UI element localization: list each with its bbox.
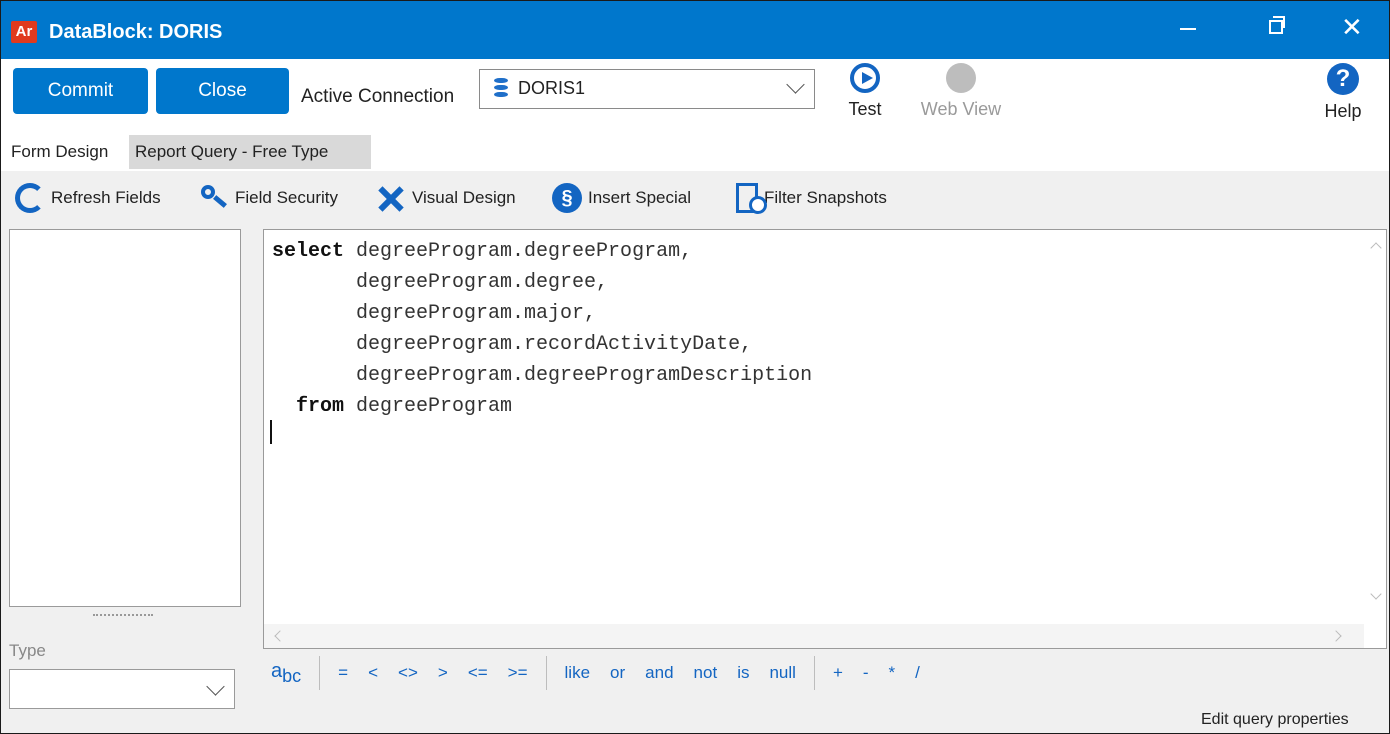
insert-special-button[interactable]: § Insert Special [552,181,691,215]
op-divide[interactable]: / [915,663,920,683]
help-icon: ? [1327,63,1359,95]
main-area: Type select degreeProgram.degreeProgram,… [1,225,1389,733]
separator [813,656,815,690]
filter-snapshot-icon [736,183,767,214]
play-icon [850,63,880,93]
minimize-button[interactable] [1159,1,1215,59]
test-button[interactable]: Test [841,63,889,120]
op-not-equal[interactable]: <> [398,663,418,683]
separator [545,656,547,690]
insert-special-label: Insert Special [588,188,691,207]
section-icon: § [552,183,582,213]
op-greater[interactable]: > [438,663,448,683]
active-connection-label: Active Connection [301,86,455,107]
scroll-up-icon [1370,242,1382,254]
op-less[interactable]: < [368,663,378,683]
visual-design-button[interactable]: Visual Design [376,181,516,215]
op-minus[interactable]: - [863,663,869,683]
title-bar: Ar DataBlock: DORIS ✕ [1,1,1389,59]
refresh-icon [15,183,45,213]
op-multiply[interactable]: * [889,663,896,683]
text-caret [270,420,272,444]
separator [319,656,321,690]
minimize-icon [1180,28,1196,30]
op-or[interactable]: or [610,663,625,683]
horizontal-scrollbar[interactable] [264,624,1364,648]
query-text[interactable]: select degreeProgram.degreeProgram, degr… [272,236,812,422]
window-title: DataBlock: DORIS [49,21,223,43]
query-toolbar: Refresh Fields Field Security Visual Des… [1,171,1389,225]
connection-select[interactable]: DORIS1 [479,69,815,109]
field-security-button[interactable]: Field Security [199,181,338,215]
query-line: degreeProgram.degree, [272,271,609,294]
query-line: degreeProgram.degreeProgramDescription [272,364,813,387]
commit-button[interactable]: Commit [13,68,148,114]
op-not[interactable]: not [694,663,718,683]
op-like[interactable]: like [565,663,591,683]
connection-value: DORIS1 [518,78,586,98]
op-equals[interactable]: = [338,663,348,683]
query-line: degreeProgram.major, [272,302,597,325]
globe-icon [946,63,976,93]
scroll-left-icon [274,630,286,642]
op-null[interactable]: null [769,663,795,683]
close-icon: ✕ [1341,12,1363,42]
op-and[interactable]: and [645,663,673,683]
panel-splitter[interactable] [93,614,153,618]
refresh-fields-button[interactable]: Refresh Fields [15,181,161,215]
op-plus[interactable]: + [833,663,843,683]
query-line: select degreeProgram.degreeProgram, [272,240,693,263]
query-editor[interactable]: select degreeProgram.degreeProgram, degr… [263,229,1387,649]
type-select[interactable] [9,669,235,709]
scroll-right-icon [1330,630,1342,642]
abc-icon[interactable]: abc [271,660,301,687]
test-label: Test [848,99,882,119]
op-greater-equal[interactable]: >= [508,663,528,683]
field-list[interactable] [9,229,241,607]
restore-button[interactable] [1247,1,1303,59]
database-icon [494,78,508,98]
refresh-fields-label: Refresh Fields [51,188,161,207]
filter-snapshots-button[interactable]: Filter Snapshots [736,181,887,215]
scroll-down-icon [1370,588,1382,600]
tools-icon [376,183,406,213]
tab-bar: Form Design Report Query - Free Type [1,133,1389,171]
edit-query-properties-link[interactable]: Edit query properties [1201,711,1349,729]
key-icon [199,183,229,213]
op-less-equal[interactable]: <= [468,663,488,683]
app-logo: Ar [11,21,37,43]
query-line: from degreeProgram [272,395,513,418]
close-window-button[interactable]: ✕ [1319,1,1375,59]
web-view-label: Web View [920,99,1002,119]
datablock-window: Ar DataBlock: DORIS ✕ Commit Close Activ… [0,0,1390,734]
operator-bar: abc = < <> > <= >= like or and not is nu… [263,651,1163,695]
field-security-label: Field Security [235,188,338,207]
tab-report-query[interactable]: Report Query - Free Type [129,135,371,169]
op-is[interactable]: is [737,663,749,683]
visual-design-label: Visual Design [412,188,516,207]
main-toolbar: Commit Close Active Connection DORIS1 Te… [1,59,1389,133]
tab-form-design[interactable]: Form Design [5,135,114,169]
chevron-down-icon [206,677,225,696]
query-line: degreeProgram.recordActivityDate, [272,333,753,356]
close-button[interactable]: Close [156,68,289,114]
help-label: Help [1324,101,1362,121]
vertical-scrollbar[interactable] [1366,230,1386,622]
help-button[interactable]: ? Help [1319,63,1367,122]
type-label: Type [9,641,46,660]
filter-snapshots-label: Filter Snapshots [764,188,887,207]
web-view-button[interactable]: Web View [913,63,1009,120]
chevron-down-icon [786,75,805,94]
